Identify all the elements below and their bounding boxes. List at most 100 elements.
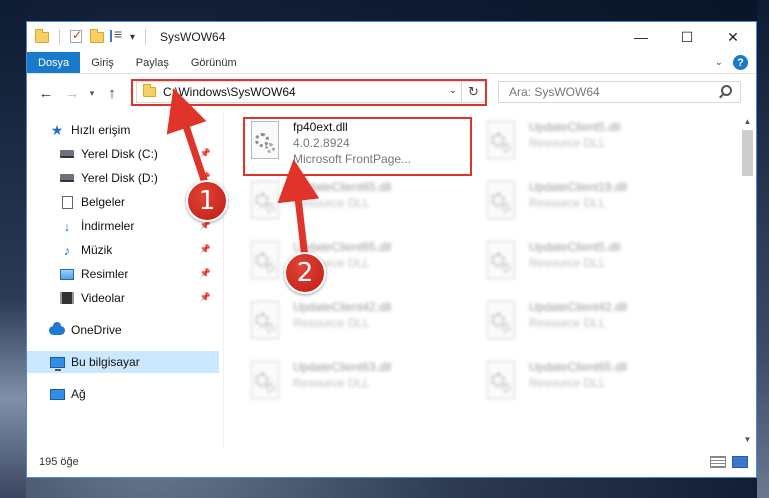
vertical-scrollbar[interactable]: ▲ ▼ [739,113,756,448]
star-icon: ★ [50,121,64,138]
file-type: Resource DLL [293,316,370,330]
tab-dosya[interactable]: Dosya [27,52,81,73]
scroll-thumb[interactable] [742,130,753,176]
properties-check-icon[interactable] [70,28,84,44]
dll-file-icon [483,119,521,165]
file-description: Microsoft FrontPage... [293,152,412,166]
up-button[interactable]: ↑ [99,80,125,106]
expand-ribbon-icon[interactable]: ⌄ [715,57,723,68]
search-placeholder: Ara: SysWOW64 [509,85,600,99]
ribbon-right-controls: ⌄ ? [715,55,748,70]
dll-file-icon [483,359,521,405]
sidebar-item-downloads[interactable]: ↓ İndirmeler 📌 [27,215,219,237]
tab-gorunum[interactable]: Görünüm [180,52,248,73]
file-tile[interactable]: UpdateClient63.dll Resource DLL [247,357,467,413]
address-dropdown-icon[interactable]: ⌄ [449,85,457,96]
step-1-badge: 1 [186,180,228,222]
pin-icon[interactable]: 📌 [200,268,211,279]
back-button[interactable]: ← [33,80,59,106]
properties-icon[interactable] [110,26,124,44]
tab-paylas[interactable]: Paylaş [125,52,180,73]
videos-icon [59,291,75,305]
dll-file-icon [247,359,285,405]
tiles-view-icon[interactable] [732,456,748,468]
sidebar-item-videos[interactable]: Videolar 📌 [27,287,219,309]
status-bar: 195 öğe [27,447,756,477]
file-tile[interactable]: UpdateClient65.dll Resource DLL [483,357,703,413]
file-name: UpdateClient42.dll [293,300,392,314]
dll-file-icon [483,179,521,225]
sidebar-item-label: Hızlı erişim [71,123,131,137]
file-tile[interactable]: UpdateClient42.dll Resource DLL [247,297,467,353]
search-icon[interactable] [721,85,732,96]
window-controls: — ☐ ✕ [618,22,756,52]
file-tile[interactable]: UpdateClient42.dll Resource DLL [483,297,703,353]
refresh-button[interactable]: ↻ [461,82,485,102]
onedrive-icon [49,321,65,337]
customize-toolbar-icon[interactable]: ▾ [130,32,135,43]
title-bar: ▾ SysWOW64 — ☐ ✕ [27,22,756,52]
drive-icon [59,147,75,161]
sidebar-item-label: Bu bilgisayar [71,355,140,369]
folder-icon [35,29,49,44]
scroll-down-icon[interactable]: ▼ [739,431,756,448]
file-tile[interactable]: UpdateClient19.dll Resource DLL [483,177,703,233]
file-type: Resource DLL [293,376,370,390]
recent-locations-button[interactable]: ▾ [85,80,99,106]
ribbon-tabs: Dosya Giriş Paylaş Görünüm ⌄ ? [27,52,756,74]
new-folder-icon[interactable] [90,29,104,44]
sidebar-item-music[interactable]: ♪ Müzik 📌 [27,239,219,261]
file-tile-fp40ext[interactable]: fp40ext.dll 4.0.2.8924 Microsoft FrontPa… [247,117,467,173]
sidebar-item-onedrive[interactable]: OneDrive [27,319,219,341]
file-tile[interactable]: UpdateClient5.dll Resource DLL [483,237,703,293]
close-button[interactable]: ✕ [710,22,756,52]
sidebar-item-label: Videolar [81,291,125,305]
navigation-pane: ★ Hızlı erişim Yerel Disk (C:) 📌 Yerel D… [27,113,219,448]
search-box[interactable]: Ara: SysWOW64 [498,81,741,103]
step-2-badge: 2 [284,252,326,294]
pin-icon[interactable]: 📌 [200,148,211,159]
toolbar-divider [145,29,147,45]
window-title: SysWOW64 [160,30,226,44]
sidebar-item-label: Yerel Disk (C:) [81,147,158,161]
sidebar-item-pictures[interactable]: Resimler 📌 [27,263,219,285]
pin-icon[interactable]: 📌 [200,292,211,303]
file-name: UpdateClient65.dll [293,180,392,194]
dll-file-icon [247,119,285,165]
pin-icon[interactable]: 📌 [200,244,211,255]
file-name: UpdateClient5.dll [529,240,621,254]
sidebar-item-network[interactable]: Ağ [27,383,219,405]
file-tile[interactable]: UpdateClient5.dll Resource DLL [483,117,703,173]
toolbar-divider [59,29,60,45]
file-tile[interactable]: UpdateClient65.dll Resource DLL [247,177,467,233]
sidebar-item-this-pc[interactable]: Bu bilgisayar [27,351,219,373]
sidebar-item-local-disk-d[interactable]: Yerel Disk (D:) 📌 [27,167,219,189]
dll-file-icon [247,179,285,225]
pane-divider[interactable] [223,113,224,448]
computer-icon [49,355,65,371]
quick-access-toolbar: ▾ SysWOW64 [27,26,226,45]
sidebar-item-label: Müzik [81,243,113,257]
details-view-icon[interactable] [710,456,726,468]
dll-file-icon [483,239,521,285]
dll-file-icon [247,239,285,285]
help-icon[interactable]: ? [733,55,748,70]
maximize-button[interactable]: ☐ [664,22,710,52]
sidebar-item-label: Resimler [81,267,129,281]
drive-icon [59,171,75,185]
sidebar-item-local-disk-c[interactable]: Yerel Disk (C:) 📌 [27,143,219,165]
music-icon: ♪ [63,242,71,258]
address-bar[interactable]: C:\Windows\SysWOW64 ⌄ ↻ [136,81,486,103]
scroll-up-icon[interactable]: ▲ [739,113,756,130]
forward-button[interactable]: → [59,80,85,106]
tab-giris[interactable]: Giriş [80,52,125,73]
file-type: Resource DLL [529,376,606,390]
file-version: 4.0.2.8924 [293,136,350,150]
dll-file-icon [483,299,521,345]
dll-file-icon [247,299,285,345]
minimize-button[interactable]: — [618,22,664,52]
file-tile[interactable]: UpdateClient65.dll Resource DLL [247,237,467,293]
desktop-background-right [757,0,769,498]
sidebar-item-label: Yerel Disk (D:) [81,171,158,185]
sidebar-item-quick-access[interactable]: ★ Hızlı erişim [27,119,219,141]
